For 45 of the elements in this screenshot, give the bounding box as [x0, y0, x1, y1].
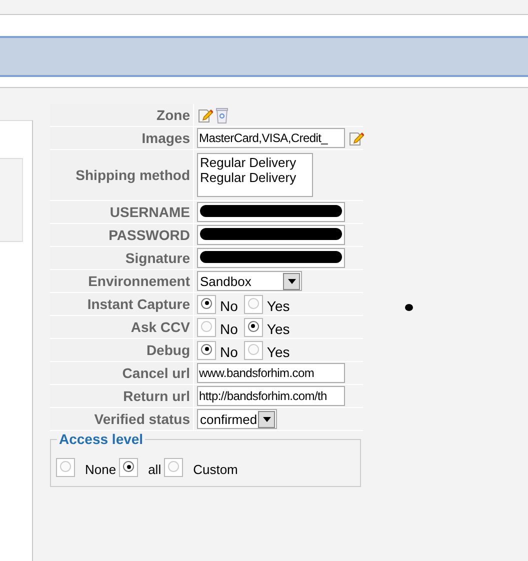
list-option[interactable]: Regular Delivery	[200, 155, 310, 170]
radio-button[interactable]	[197, 318, 216, 336]
radio-button[interactable]	[244, 294, 263, 314]
radio-circle[interactable]	[168, 461, 180, 472]
edit-icon[interactable]	[348, 130, 364, 146]
input-field[interactable]	[197, 202, 345, 222]
radio-label: Custom	[193, 462, 238, 477]
input-field[interactable]: MasterCard,VISA,Credit_	[197, 128, 345, 148]
radio-circle[interactable]	[248, 298, 259, 308]
radio-button[interactable]	[244, 318, 263, 336]
radio-button[interactable]	[244, 340, 263, 360]
radio-label: No	[220, 344, 238, 360]
group-legend: Access level	[57, 431, 146, 447]
input-field[interactable]: http://bandsforhim.com/th	[197, 386, 345, 406]
radio-circle[interactable]	[248, 344, 259, 354]
caret-icon	[262, 416, 270, 422]
input-field[interactable]: www.bandsforhim.com	[197, 363, 345, 383]
radio-circle[interactable]	[60, 461, 71, 472]
dropdown[interactable]: Sandbox	[197, 271, 302, 291]
input-field[interactable]	[197, 225, 345, 245]
edit-icon[interactable]	[197, 106, 213, 124]
radio-circle[interactable]	[123, 461, 134, 472]
dropdown[interactable]: confirmed	[197, 409, 277, 429]
radio-button[interactable]	[119, 458, 138, 477]
radio-button[interactable]	[197, 294, 216, 314]
caret-icon	[288, 278, 296, 284]
radio-button[interactable]	[197, 340, 216, 360]
trash-icon[interactable]	[216, 106, 228, 124]
radio-label: Yes	[266, 344, 290, 360]
radio-label: Yes	[266, 298, 290, 314]
radio-label: No	[220, 321, 238, 337]
radio-circle[interactable]	[201, 344, 212, 354]
radio-button[interactable]	[56, 458, 75, 477]
dot-mark	[405, 304, 413, 311]
radio-button[interactable]	[164, 458, 184, 477]
radio-circle[interactable]	[201, 298, 212, 308]
input-field[interactable]	[197, 248, 345, 268]
radio-label: Yes	[266, 321, 290, 337]
radio-circle[interactable]	[201, 320, 212, 332]
radio-label: None	[85, 462, 116, 477]
list-box[interactable]: Regular Delivery Regular Delivery	[197, 153, 313, 197]
radio-circle[interactable]	[248, 320, 259, 332]
radio-label: all	[148, 462, 162, 477]
list-option[interactable]: Regular Delivery	[200, 170, 310, 185]
radio-label: No	[220, 298, 238, 314]
